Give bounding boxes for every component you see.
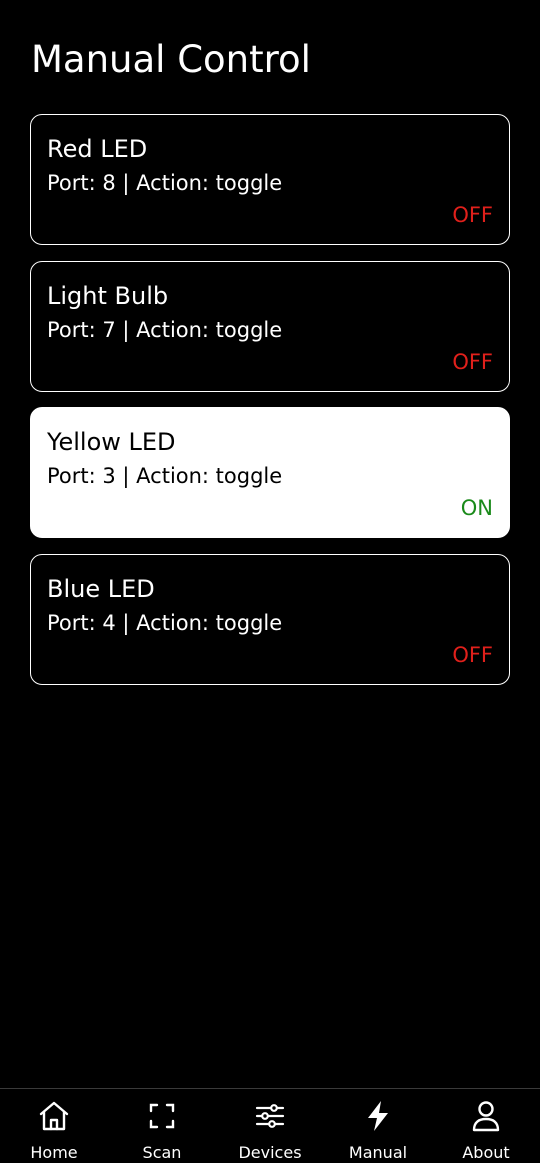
device-state: OFF — [452, 203, 493, 227]
bottom-nav: Home Scan Devices Manual About — [0, 1088, 540, 1163]
device-card-red-led[interactable]: Red LED Port: 8 | Action: toggle OFF — [30, 114, 510, 245]
nav-item-scan[interactable]: Scan — [108, 1089, 216, 1163]
nav-item-home[interactable]: Home — [0, 1089, 108, 1163]
device-state: OFF — [452, 642, 493, 667]
device-card-light-bulb[interactable]: Light Bulb Port: 7 | Action: toggle OFF — [30, 260, 510, 392]
device-meta: Port: 7 | Action: toggle — [47, 317, 283, 342]
device-list: Red LED Port: 8 | Action: toggle OFF Lig… — [30, 114, 510, 700]
nav-label: Manual — [348, 1143, 408, 1162]
device-meta: Port: 3 | Action: toggle — [47, 464, 283, 488]
page-title: Manual Control — [31, 38, 311, 81]
device-name: Red LED — [47, 135, 148, 163]
user-icon — [468, 1098, 504, 1134]
nav-label: Devices — [238, 1143, 302, 1162]
nav-label: Home — [30, 1143, 78, 1162]
device-name: Blue LED — [47, 574, 155, 603]
home-icon — [36, 1098, 72, 1134]
nav-label: Scan — [142, 1143, 182, 1162]
lightning-icon — [360, 1098, 396, 1134]
device-meta: Port: 4 | Action: toggle — [47, 610, 283, 635]
device-card-blue-led[interactable]: Blue LED Port: 4 | Action: toggle OFF — [30, 553, 510, 685]
device-name: Yellow LED — [47, 428, 176, 456]
device-state: OFF — [452, 349, 493, 374]
sliders-icon — [252, 1098, 288, 1134]
nav-item-manual[interactable]: Manual — [324, 1089, 432, 1163]
device-card-yellow-led[interactable]: Yellow LED Port: 3 | Action: toggle ON — [30, 407, 510, 538]
device-meta: Port: 8 | Action: toggle — [47, 171, 283, 195]
device-name: Light Bulb — [47, 281, 169, 310]
nav-label: About — [462, 1143, 510, 1162]
nav-item-devices[interactable]: Devices — [216, 1089, 324, 1163]
scan-icon — [144, 1098, 180, 1134]
nav-item-about[interactable]: About — [432, 1089, 540, 1163]
device-state: ON — [460, 496, 493, 520]
